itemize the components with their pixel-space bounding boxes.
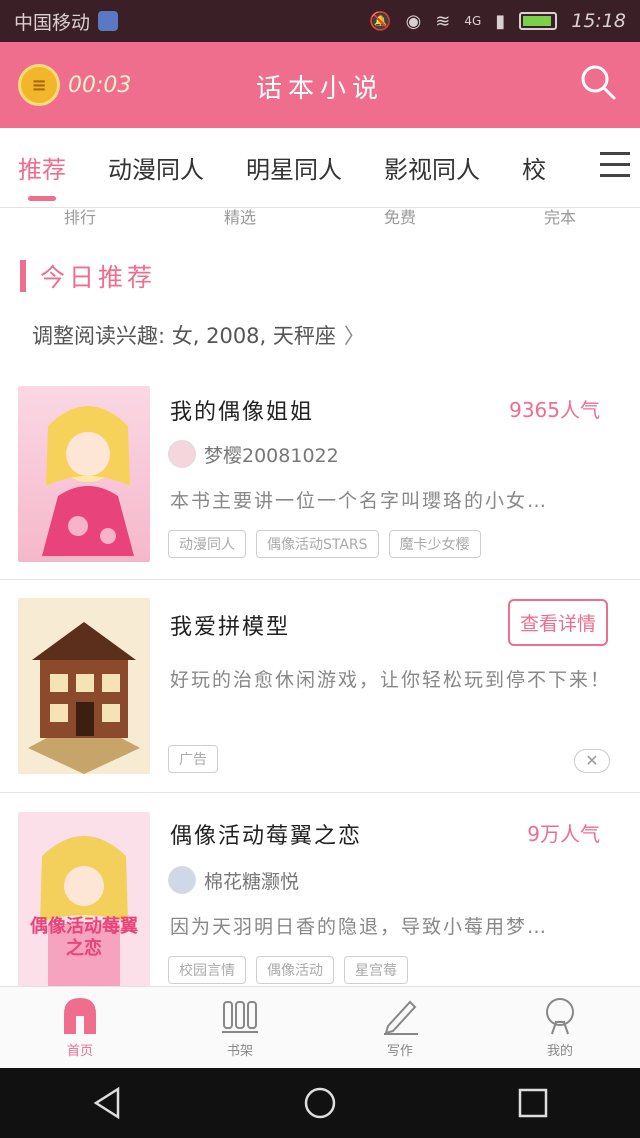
signal-icon: ▮ bbox=[495, 10, 506, 32]
app-title: 话本小说 bbox=[255, 74, 384, 104]
home-button-icon[interactable] bbox=[303, 1086, 337, 1120]
quick-link-completed[interactable]: 完本 bbox=[544, 204, 576, 228]
book-card[interactable]: 我的偶像姐姐 9365人气 梦樱20081022 本书主要讲一位一个名字叫瓔珞的… bbox=[0, 370, 640, 580]
ad-label: 广告 bbox=[168, 745, 218, 773]
nav-home[interactable]: 首页 bbox=[0, 987, 160, 1068]
book-tags: 动漫同人 偶像活动STARS 魔卡少女樱 bbox=[168, 530, 481, 558]
nav-write[interactable]: 写作 bbox=[320, 987, 480, 1068]
cover-text: 偶像活动莓翼之恋 bbox=[30, 916, 138, 959]
book-card[interactable]: 偶像活动莓翼之恋 偶像活动莓翼之恋 9万人气 棉花糖灏悦 因为天羽明日香的隐退，… bbox=[0, 794, 640, 988]
ad-title[interactable]: 我爱拼模型 bbox=[170, 609, 290, 641]
battery-icon bbox=[519, 12, 558, 30]
book-title[interactable]: 我的偶像姐姐 bbox=[170, 394, 314, 426]
tab-tv-fanfic[interactable]: 影视同人 bbox=[384, 130, 480, 205]
clock: 15:18 bbox=[571, 10, 626, 32]
book-tags: 校园言情 偶像活动 星宫莓 bbox=[168, 956, 408, 984]
bottom-nav: 首页 书架 写作 我的 bbox=[0, 986, 640, 1068]
close-ad-button[interactable]: ✕ bbox=[574, 749, 610, 773]
book-description: 因为天羽明日香的隐退，导致小莓用梦… bbox=[170, 916, 549, 938]
location-icon bbox=[98, 11, 119, 31]
quick-link-featured[interactable]: 精选 bbox=[224, 204, 256, 228]
tag[interactable]: 校园言情 bbox=[168, 956, 246, 984]
nav-home-label: 首页 bbox=[66, 1044, 93, 1059]
section-accent-bar bbox=[20, 260, 26, 292]
view-details-button[interactable]: 查看详情 bbox=[507, 599, 608, 646]
network-type: 4G bbox=[464, 14, 482, 28]
quick-link-free[interactable]: 免费 bbox=[384, 204, 416, 228]
profile-icon bbox=[546, 998, 574, 1035]
avatar bbox=[168, 866, 196, 894]
ad-image[interactable] bbox=[18, 598, 150, 774]
eye-icon: ◉ bbox=[405, 10, 422, 32]
ad-card[interactable]: 我爱拼模型 查看详情 好玩的治愈休闲游戏，让你轻松玩到停不下来！ 广告 ✕ bbox=[0, 581, 640, 793]
nav-bookshelf[interactable]: 书架 bbox=[160, 987, 320, 1068]
status-bar: 中国移动 🔕 ◉ ≋ 4G ▮ 15:18 bbox=[0, 0, 640, 42]
nav-write-label: 写作 bbox=[386, 1044, 413, 1059]
menu-icon[interactable] bbox=[600, 152, 630, 180]
book-popularity: 9365人气 bbox=[509, 398, 600, 422]
tag[interactable]: 魔卡少女樱 bbox=[388, 530, 481, 558]
recent-apps-icon[interactable] bbox=[516, 1086, 550, 1120]
book-author[interactable]: 棉花糖灏悦 bbox=[168, 866, 299, 894]
tab-campus[interactable]: 校 bbox=[522, 130, 546, 205]
author-name: 棉花糖灏悦 bbox=[204, 870, 300, 893]
tab-anime-fanfic[interactable]: 动漫同人 bbox=[108, 130, 204, 205]
quick-links: 排行 精选 免费 完本 bbox=[0, 200, 640, 228]
adjust-interest-link[interactable]: 调整阅读兴趣: 女, 2008, 天秤座〉 bbox=[32, 320, 365, 350]
book-title[interactable]: 偶像活动莓翼之恋 bbox=[170, 818, 362, 850]
tag[interactable]: 偶像活动STARS bbox=[256, 530, 379, 558]
author-name: 梦樱20081022 bbox=[204, 444, 339, 467]
nav-bookshelf-label: 书架 bbox=[226, 1044, 253, 1059]
app-header: ≡ 00:03 话本小说 bbox=[0, 42, 640, 128]
book-cover[interactable]: 偶像活动莓翼之恋 bbox=[18, 812, 150, 988]
tab-recommend[interactable]: 推荐 bbox=[18, 130, 66, 205]
section-header: 今日推荐 bbox=[20, 258, 156, 294]
pencil-icon bbox=[384, 1000, 418, 1035]
back-icon[interactable] bbox=[90, 1086, 124, 1120]
chevron-right-icon: 〉 bbox=[343, 324, 365, 348]
mute-icon: 🔕 bbox=[369, 10, 392, 32]
wifi-icon: ≋ bbox=[435, 10, 451, 32]
book-author[interactable]: 梦樱20081022 bbox=[168, 440, 339, 468]
nav-profile-label: 我的 bbox=[546, 1044, 573, 1059]
ad-tags: 广告 bbox=[168, 745, 218, 773]
search-icon[interactable] bbox=[578, 62, 618, 102]
home-icon bbox=[64, 998, 96, 1034]
interest-text: 调整阅读兴趣: 女, 2008, 天秤座 bbox=[32, 324, 336, 348]
tag[interactable]: 星宫莓 bbox=[344, 956, 408, 984]
carrier-name: 中国移动 bbox=[14, 11, 91, 34]
nav-profile[interactable]: 我的 bbox=[480, 987, 640, 1068]
tag[interactable]: 动漫同人 bbox=[168, 530, 246, 558]
section-title: 今日推荐 bbox=[40, 263, 157, 292]
book-cover[interactable] bbox=[18, 386, 150, 562]
tab-celebrity-fanfic[interactable]: 明星同人 bbox=[246, 130, 342, 205]
book-popularity: 9万人气 bbox=[527, 822, 600, 846]
category-tabs: 推荐 动漫同人 明星同人 影视同人 校 bbox=[0, 128, 640, 208]
avatar bbox=[168, 440, 196, 468]
ad-description: 好玩的治愈休闲游戏，让你轻松玩到停不下来！ bbox=[170, 669, 612, 691]
tag[interactable]: 偶像活动 bbox=[256, 956, 334, 984]
book-description: 本书主要讲一位一个名字叫瓔珞的小女… bbox=[170, 490, 549, 512]
system-nav-bar bbox=[0, 1068, 640, 1138]
quick-link-ranking[interactable]: 排行 bbox=[64, 204, 96, 228]
bookshelf-icon bbox=[222, 1001, 258, 1033]
